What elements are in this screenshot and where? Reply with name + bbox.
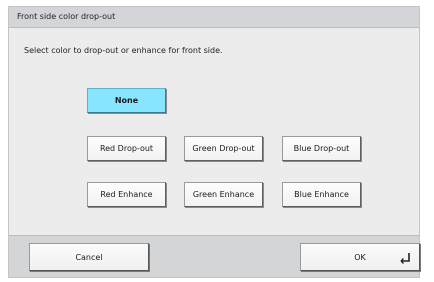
green-dropout-button[interactable]: Green Drop-out (184, 136, 263, 161)
dialog-titlebar: Front side color drop-out (9, 7, 419, 28)
ok-button[interactable]: OK (300, 243, 420, 271)
blue-enhance-button[interactable]: Blue Enhance (282, 182, 361, 207)
red-enhance-button[interactable]: Red Enhance (87, 182, 166, 207)
dialog-title: Front side color drop-out (17, 12, 116, 21)
cancel-button[interactable]: Cancel (29, 243, 149, 271)
dialog-footer: Cancel OK (9, 235, 420, 277)
instruction-text: Select color to drop-out or enhance for … (24, 46, 223, 55)
cancel-button-label: Cancel (75, 252, 103, 262)
none-button[interactable]: None (87, 88, 166, 113)
enter-key-icon (400, 253, 410, 264)
green-enhance-button[interactable]: Green Enhance (184, 182, 263, 207)
red-dropout-button[interactable]: Red Drop-out (87, 136, 166, 161)
ok-button-label: OK (354, 252, 366, 262)
blue-dropout-button[interactable]: Blue Drop-out (282, 136, 361, 161)
color-dropout-dialog: Front side color drop-out Select color t… (8, 6, 420, 278)
